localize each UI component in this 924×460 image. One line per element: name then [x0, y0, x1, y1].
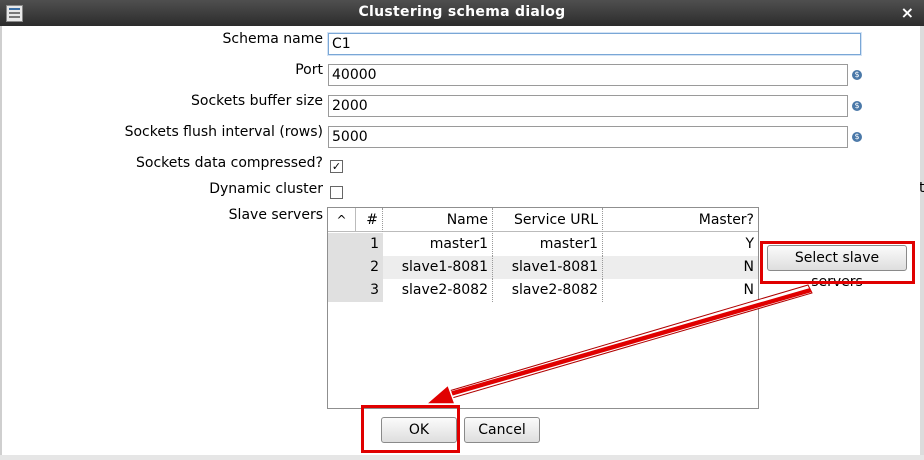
annotation-arrow [423, 284, 813, 405]
window-border-bottom [0, 455, 924, 460]
